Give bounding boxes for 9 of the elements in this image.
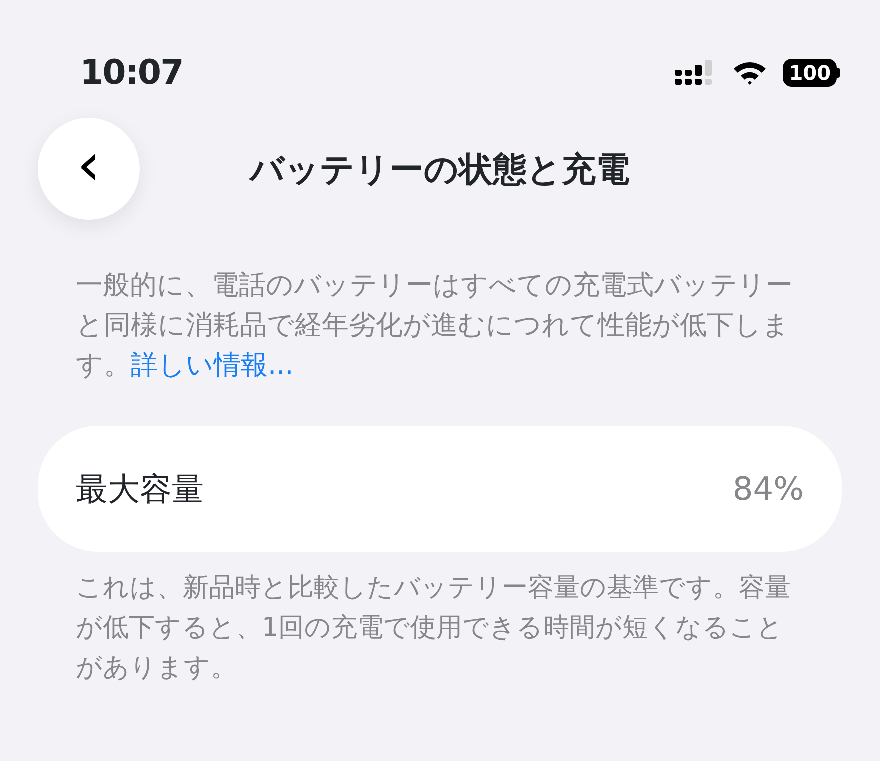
capacity-label: 最大容量 <box>76 469 204 510</box>
wifi-icon <box>733 60 768 86</box>
status-time: 10:07 <box>80 52 184 94</box>
page-title: バッテリーの状態と充電 <box>250 148 630 192</box>
intro-paragraph: 一般的に、電話のバッテリーはすべての充電式バッテリーと同様に消耗品で経年劣化が進むにつれて性能が低下します。詳しい情報... <box>75 269 794 383</box>
capacity-note: これは、新品時と比較したバッテリー容量の基準です。容量が低下すると、1回の充電で使用できる時間が短くなることがあります。 <box>75 572 792 685</box>
back-button[interactable]: ‹ <box>38 118 140 220</box>
capacity-value: 84% <box>732 469 804 510</box>
battery-icon: 100 <box>783 59 840 87</box>
